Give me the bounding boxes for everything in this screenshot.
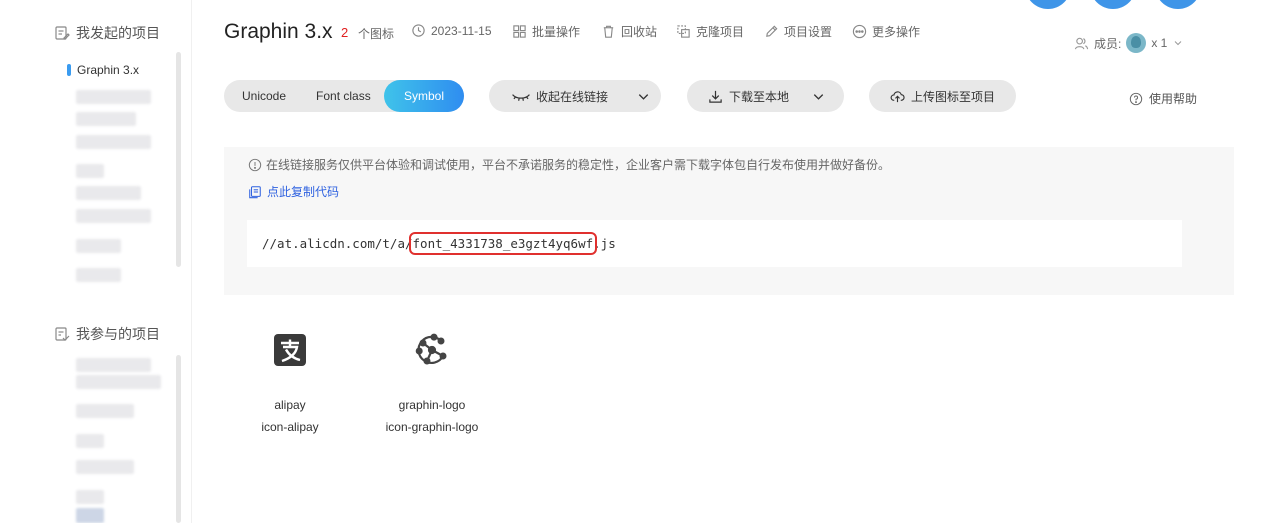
- chevron-down-icon: [1175, 41, 1182, 46]
- notice-text: 在线链接服务仅供平台体验和调试使用，平台不承诺服务的稳定性，企业客户需下载字体包…: [266, 158, 891, 172]
- help-link[interactable]: 使用帮助: [1129, 90, 1197, 107]
- recycle-label: 回收站: [621, 25, 658, 39]
- my-projects-header: 我发起的项目: [54, 23, 160, 43]
- graphin-logo-icon: [412, 330, 452, 370]
- url-prefix: //at.alicdn.com/t/a/: [262, 236, 413, 251]
- members-count: x 1: [1151, 36, 1168, 50]
- tab-symbol[interactable]: Symbol: [383, 80, 464, 112]
- members-label: 成员:: [1094, 36, 1122, 51]
- more-actions-button[interactable]: 更多操作: [852, 23, 920, 40]
- download-label: 下载至本地: [729, 89, 790, 104]
- download-button[interactable]: 下载至本地: [687, 80, 844, 112]
- chevron-down-icon: [813, 93, 824, 100]
- joined-projects-header: 我参与的项目: [54, 324, 160, 344]
- collapse-link-button[interactable]: 收起在线链接: [489, 80, 661, 112]
- icon-count-label: 个图标: [358, 27, 395, 41]
- settings-label: 项目设置: [784, 25, 833, 39]
- icon-name: alipay: [274, 398, 306, 412]
- icon-count: 2: [341, 25, 349, 40]
- copy-code-label: 点此复制代码: [267, 185, 340, 199]
- clone-icon: [677, 25, 690, 38]
- project-title: Graphin 3.x: [224, 20, 333, 43]
- blurred-project-item[interactable]: [76, 375, 161, 389]
- clone-project-button[interactable]: 克隆项目: [676, 23, 744, 40]
- sidebar-item-graphin[interactable]: Graphin 3.x: [67, 63, 139, 77]
- collapse-link-label: 收起在线链接: [536, 89, 609, 104]
- doc-check-icon: [55, 327, 70, 341]
- blurred-project-item[interactable]: [76, 460, 134, 474]
- sidebar-scrollbar-bottom[interactable]: [176, 355, 181, 523]
- alipay-icon: [270, 330, 310, 370]
- chevron-down-icon: [638, 93, 649, 100]
- clock-icon: [412, 24, 425, 37]
- url-highlight: font_4331738_e3gzt4yq6wf: [408, 232, 598, 255]
- cloud-upload-icon: [890, 90, 905, 102]
- recycle-bin-button[interactable]: 回收站: [601, 23, 657, 40]
- upload-icon-button[interactable]: 上传图标至项目: [869, 80, 1016, 112]
- clone-label: 克隆项目: [696, 25, 745, 39]
- tab-font-class[interactable]: Font class: [304, 80, 377, 112]
- batch-operation-button[interactable]: 批量操作: [512, 23, 580, 40]
- font-url[interactable]: //at.alicdn.com/t/a/font_4331738_e3gzt4y…: [262, 232, 616, 255]
- blurred-project-item[interactable]: [76, 434, 104, 448]
- member-avatar[interactable]: [1126, 33, 1147, 53]
- trash-icon: [603, 25, 614, 38]
- top-avatar-circle-2[interactable]: [1090, 0, 1136, 9]
- project-sidebar: 我发起的项目 Graphin 3.x 我参与的项目: [0, 0, 192, 523]
- more-icon: [852, 24, 867, 39]
- blurred-project-item[interactable]: [76, 164, 104, 178]
- blurred-project-item[interactable]: [76, 358, 151, 372]
- tab-unicode[interactable]: Unicode: [224, 80, 304, 112]
- sidebar-item-label: Graphin 3.x: [77, 63, 140, 77]
- active-indicator: [67, 64, 71, 76]
- eye-closed-icon: [512, 93, 530, 101]
- blurred-project-item[interactable]: [76, 239, 121, 253]
- blurred-project-item[interactable]: [76, 404, 134, 418]
- icon-card-alipay[interactable]: alipay icon-alipay: [230, 330, 350, 438]
- blurred-project-item[interactable]: [76, 112, 136, 126]
- my-projects-label: 我发起的项目: [76, 25, 160, 41]
- font-type-tabs: Unicode Font class Symbol: [224, 80, 464, 112]
- more-label: 更多操作: [872, 25, 921, 39]
- info-icon: [248, 158, 262, 171]
- blurred-project-item[interactable]: [76, 490, 104, 504]
- icon-name: graphin-logo: [398, 398, 466, 412]
- url-suffix: .js: [593, 236, 616, 251]
- grid-icon: [513, 25, 526, 38]
- top-avatar-circle-3[interactable]: [1155, 0, 1201, 9]
- blurred-project-item[interactable]: [76, 268, 121, 282]
- icon-class: icon-alipay: [261, 420, 319, 434]
- members-icon: [1074, 37, 1089, 49]
- top-avatar-circle-1[interactable]: [1025, 0, 1071, 9]
- members-section[interactable]: 成员: x 1: [1074, 33, 1184, 53]
- blurred-project-item[interactable]: [76, 186, 141, 200]
- blurred-project-item[interactable]: [76, 135, 151, 149]
- blurred-project-item[interactable]: [76, 90, 151, 104]
- service-notice: 在线链接服务仅供平台体验和调试使用，平台不承诺服务的稳定性，企业客户需下载字体包…: [248, 156, 890, 173]
- edit-list-icon: [55, 26, 70, 40]
- copy-code-link[interactable]: 点此复制代码: [248, 183, 339, 200]
- project-settings-button[interactable]: 项目设置: [764, 23, 832, 40]
- question-circle-icon: [1129, 92, 1143, 105]
- download-icon: [709, 90, 722, 103]
- sidebar-scrollbar-top[interactable]: [176, 52, 181, 267]
- copy-doc-icon: [249, 185, 261, 198]
- blurred-project-item[interactable]: [76, 508, 104, 523]
- created-date: 2023-11-15: [411, 23, 492, 38]
- joined-projects-label: 我参与的项目: [76, 326, 160, 342]
- batch-label: 批量操作: [532, 25, 581, 39]
- blurred-project-item[interactable]: [76, 209, 151, 223]
- upload-label: 上传图标至项目: [911, 89, 996, 104]
- pencil-icon: [766, 25, 778, 37]
- date-text: 2023-11-15: [431, 23, 492, 38]
- icon-class: icon-graphin-logo: [385, 420, 479, 434]
- icon-card-graphin-logo[interactable]: graphin-logo icon-graphin-logo: [372, 330, 492, 438]
- help-label: 使用帮助: [1149, 92, 1198, 106]
